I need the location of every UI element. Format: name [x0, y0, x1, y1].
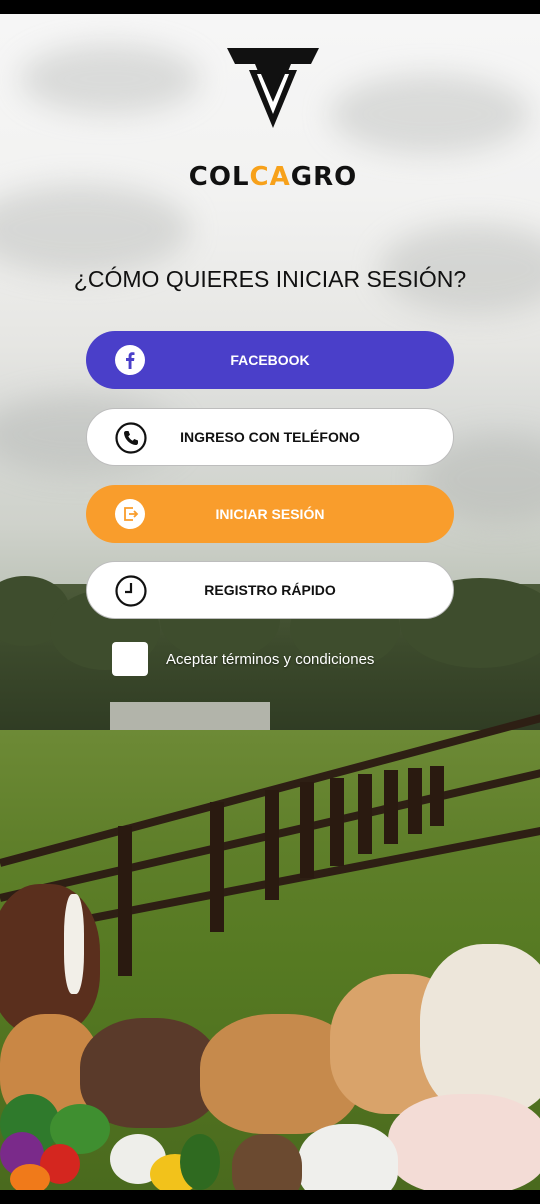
phone-login-button[interactable]: INGRESO CON TELÉFONO: [86, 408, 454, 466]
facebook-icon: [114, 344, 146, 376]
app-logo: COLCAGRO: [180, 48, 366, 192]
login-button[interactable]: INICIAR SESIÓN: [86, 485, 454, 543]
quick-register-button[interactable]: REGISTRO RÁPIDO: [86, 561, 454, 619]
page-title: ¿CÓMO QUIERES INICIAR SESIÓN?: [73, 266, 467, 292]
status-bar: [0, 0, 540, 14]
navigation-bar: [0, 1190, 540, 1204]
login-screen: COLCAGRO ¿CÓMO QUIERES INICIAR SESIÓN? F…: [0, 14, 540, 1190]
terms-row: Aceptar términos y condiciones: [112, 642, 374, 676]
terms-label[interactable]: Aceptar términos y condiciones: [166, 651, 374, 668]
phone-button-label: INGRESO CON TELÉFONO: [180, 429, 360, 445]
bull-logo-icon: [227, 48, 319, 128]
brand-name: COLCAGRO: [188, 162, 358, 192]
login-icon: [114, 498, 146, 530]
terms-checkbox[interactable]: [112, 642, 148, 676]
clock-icon: [115, 575, 147, 607]
register-button-label: REGISTRO RÁPIDO: [204, 582, 336, 598]
login-button-label: INICIAR SESIÓN: [215, 506, 325, 522]
facebook-login-button[interactable]: FACEBOOK: [86, 331, 454, 389]
phone-icon: [115, 422, 147, 454]
facebook-button-label: FACEBOOK: [230, 352, 310, 368]
